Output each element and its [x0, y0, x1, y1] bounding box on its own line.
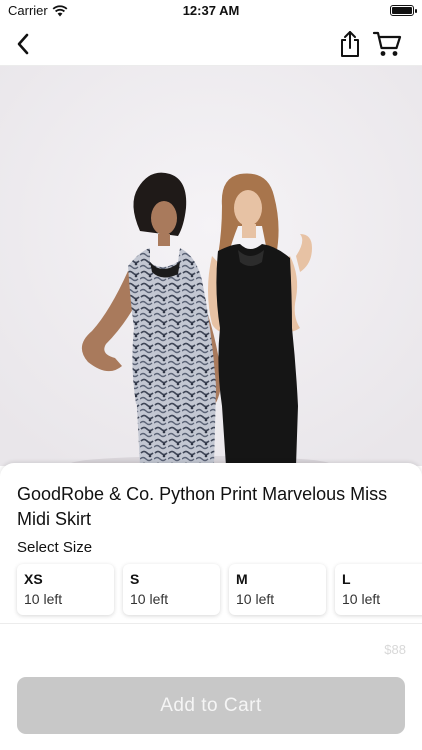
navigation-bar [0, 22, 422, 66]
size-option-xs[interactable]: XS 10 left [17, 564, 114, 615]
cart-icon [372, 31, 402, 56]
product-photo [0, 66, 422, 466]
status-time: 12:37 AM [182, 3, 240, 18]
product-photo-illustration [0, 66, 422, 466]
size-name: M [236, 571, 248, 587]
product-title: GoodRobe & Co. Python Print Marvelous Mi… [17, 484, 388, 529]
size-name: XS [24, 571, 43, 587]
battery-icon [390, 5, 417, 16]
product-info-panel: GoodRobe & Co. Python Print Marvelous Mi… [0, 463, 422, 623]
share-button[interactable] [333, 27, 367, 61]
battery-fill [392, 7, 412, 14]
size-options: XS 10 left S 10 left M 10 left L 10 left [17, 564, 422, 615]
size-option-m[interactable]: M 10 left [229, 564, 326, 615]
add-to-cart-button[interactable]: Add to Cart [17, 677, 405, 734]
size-stock: 10 left [24, 591, 63, 607]
select-size-label: Select Size [17, 539, 93, 556]
size-option-l[interactable]: L 10 left [335, 564, 422, 615]
share-icon [341, 31, 359, 57]
price-label: $88 [384, 642, 406, 657]
size-name: S [130, 571, 140, 587]
chevron-left-icon [17, 33, 29, 55]
size-option-s[interactable]: S 10 left [123, 564, 220, 615]
bottom-action-bar: $88 Add to Cart [0, 623, 422, 750]
size-stock: 10 left [236, 591, 275, 607]
size-stock: 10 left [130, 591, 169, 607]
status-bar: Carrier 12:37 AM [0, 0, 422, 22]
back-button[interactable] [6, 27, 40, 61]
size-name: L [342, 571, 351, 587]
cart-button[interactable] [370, 27, 404, 61]
size-stock: 10 left [342, 591, 381, 607]
